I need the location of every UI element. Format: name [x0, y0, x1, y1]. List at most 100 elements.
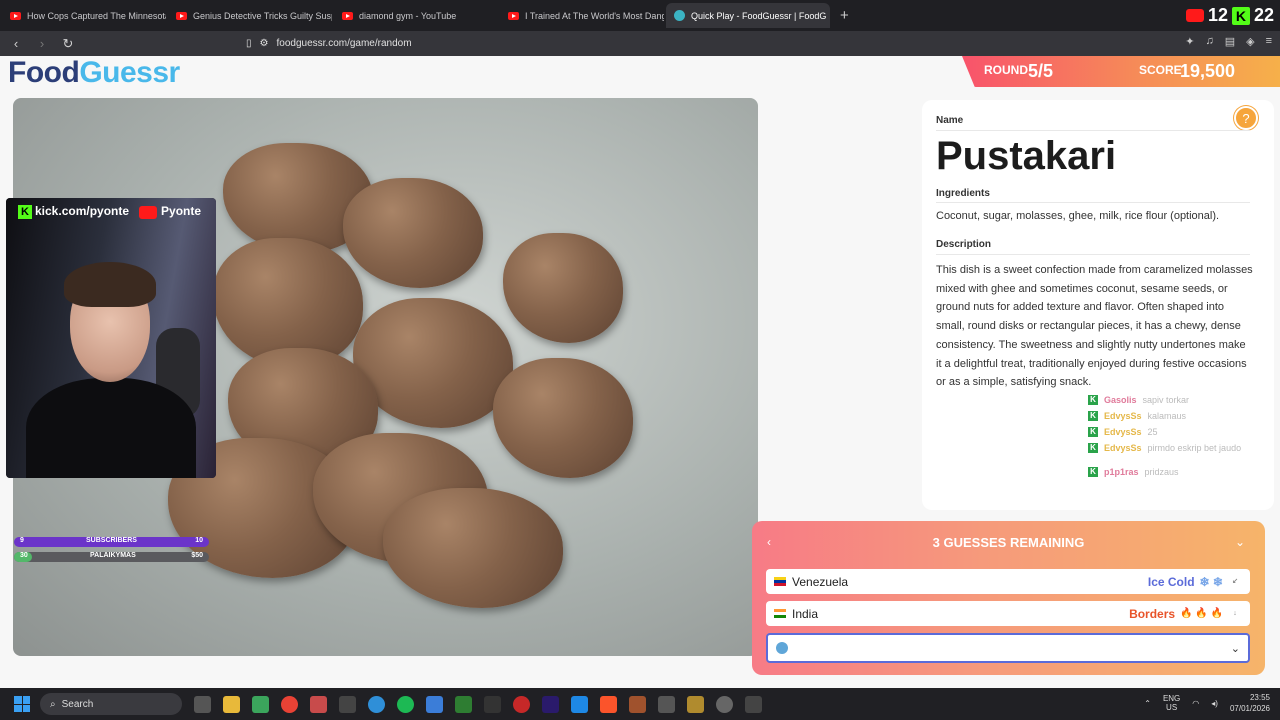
taskbar-search[interactable]: ⌕ Search: [40, 693, 182, 715]
browser-toolbar-icons: ✦ ♫ ▤ ◈ ≡: [1185, 35, 1272, 48]
youtube-count: 12: [1207, 5, 1228, 25]
app-icon[interactable]: [455, 695, 472, 713]
chat-username: EdvysSs: [1104, 427, 1142, 437]
bookmark-icon[interactable]: ▯: [246, 38, 252, 49]
food-piece: [493, 358, 633, 478]
music-icon[interactable]: ♫: [1205, 35, 1213, 48]
app-icon[interactable]: [484, 695, 501, 713]
extensions-icon[interactable]: ✦: [1185, 35, 1194, 48]
app-icon[interactable]: [310, 695, 327, 713]
site-settings-icon[interactable]: ⚙: [260, 38, 269, 49]
guess-result: Borders 🔥 🔥 🔥 ↓: [1129, 607, 1242, 621]
chat-text: 25: [1147, 427, 1158, 437]
guess-result: Ice Cold ❄ ❄ ↙: [1148, 575, 1242, 589]
tab-title: Quick Play - FoodGuessr | FoodG: [691, 10, 827, 21]
chat-message: K Gasolis sapiv torkar: [1088, 395, 1241, 405]
kick-handle: Kkick.com/pyonte: [18, 204, 129, 219]
edge-icon[interactable]: [368, 695, 385, 713]
menu-icon[interactable]: ≡: [1266, 35, 1272, 48]
volume-icon[interactable]: ◂): [1211, 699, 1218, 708]
kick-handle-text: kick.com/pyonte: [35, 204, 130, 218]
guess-row: Venezuela Ice Cold ❄ ❄ ↙: [766, 569, 1250, 594]
kick-icon: K: [1088, 467, 1098, 477]
url-text[interactable]: foodguessr.com/game/random: [276, 38, 411, 49]
chevron-down-icon[interactable]: ⌄: [1231, 642, 1240, 655]
store-icon[interactable]: [252, 695, 269, 713]
sidebar-icon[interactable]: ▤: [1225, 35, 1235, 48]
streamer-webcam: Kkick.com/pyonte Pyonte: [6, 198, 216, 478]
back-icon[interactable]: ‹: [6, 36, 26, 51]
youtube-icon: [10, 11, 21, 20]
youtube-handle-text: Pyonte: [161, 204, 202, 219]
app-icon[interactable]: [658, 695, 675, 713]
description-text: This dish is a sweet confection made fro…: [936, 264, 1253, 389]
subs-target: 10: [195, 537, 203, 544]
chat-text: pridzaus: [1144, 467, 1179, 477]
kick-icon: K: [1088, 443, 1098, 453]
app-icon[interactable]: [745, 695, 762, 713]
app-icon[interactable]: [426, 695, 443, 713]
guess-result-text: Ice Cold: [1147, 574, 1195, 589]
help-icon[interactable]: ?: [1234, 106, 1258, 130]
kick-icon: K: [1088, 411, 1098, 421]
wallet-icon[interactable]: ◈: [1246, 35, 1254, 48]
browser-tab-3[interactable]: diamond gym - YouTube: [334, 3, 498, 28]
food-piece: [383, 488, 563, 608]
goal-target: $50: [191, 552, 203, 559]
region-text: US: [1166, 703, 1178, 712]
goal-label: PALAIKYMAS: [90, 552, 136, 559]
round-label: ROUND: [984, 63, 1028, 77]
app-icon[interactable]: [687, 695, 704, 713]
chat-message: K EdvysSs pirmdo eskrip bet jaudo: [1088, 443, 1241, 453]
kick-icon: K: [18, 205, 32, 219]
app-icon[interactable]: [339, 695, 356, 713]
clock[interactable]: 23:55 07/01/2026: [1230, 692, 1270, 714]
logo-guessr: Guessr: [79, 56, 180, 89]
guess-row: India Borders 🔥 🔥 🔥 ↓: [766, 601, 1250, 626]
browser-tab-1[interactable]: How Cops Captured The Minnesota I: [2, 3, 166, 28]
streamer-hair: [64, 262, 156, 307]
compass-icon: ↙: [1232, 578, 1238, 585]
brave-icon[interactable]: [600, 695, 617, 713]
round-score-bar: ROUND 5/5 SCORE 19,500: [962, 56, 1280, 87]
snowflake-icon: ❄ ❄: [1199, 574, 1223, 589]
subs-label: SUBSCRIBERS: [86, 537, 137, 544]
app-icon[interactable]: [629, 695, 646, 713]
ingredients-label: Ingredients: [936, 188, 990, 199]
new-tab-button[interactable]: +: [840, 7, 849, 24]
chat-message: K EdvysSs 25: [1088, 427, 1241, 437]
language-indicator[interactable]: ENG US: [1163, 694, 1180, 712]
divider: [936, 254, 1250, 255]
chat-username: p1p1ras: [1104, 467, 1139, 477]
browser-tab-2[interactable]: Genius Detective Tricks Guilty Suspe: [168, 3, 332, 28]
chevron-up-icon[interactable]: ⌃: [1144, 699, 1151, 708]
browser-tab-4[interactable]: I Trained At The World's Most Dange: [500, 3, 664, 28]
kick-icon: K: [1088, 427, 1098, 437]
kick-icon: K: [1231, 6, 1250, 25]
premiere-icon[interactable]: [542, 695, 559, 713]
app-icon[interactable]: [513, 695, 530, 713]
tab-title: How Cops Captured The Minnesota I: [27, 10, 166, 21]
file-explorer-icon[interactable]: [223, 695, 240, 713]
foodguessr-logo[interactable]: FoodGuessr: [8, 56, 180, 90]
chat-username: EdvysSs: [1104, 443, 1142, 453]
windows-start-icon[interactable]: [14, 696, 30, 712]
reload-icon[interactable]: ↻: [58, 36, 78, 52]
spotify-icon[interactable]: [397, 695, 414, 713]
chrome-icon[interactable]: [281, 695, 298, 713]
chat-username: Gasolis: [1104, 395, 1137, 405]
address-bar[interactable]: ▯ ⚙ foodguessr.com/game/random: [246, 34, 988, 53]
food-piece: [343, 178, 483, 288]
compass-icon: ↓: [1233, 610, 1237, 617]
task-view-icon[interactable]: [194, 695, 211, 713]
chevron-down-icon[interactable]: ⌄: [1235, 535, 1245, 549]
wifi-icon[interactable]: ◠: [1192, 699, 1199, 708]
obs-icon[interactable]: [716, 695, 733, 713]
windows-taskbar: ⌕ Search ⌃ ENG US ◠ ◂) 23:55 07/01/2026: [0, 688, 1280, 720]
food-piece: [503, 233, 623, 343]
app-icon[interactable]: [571, 695, 588, 713]
chat-message: K EdvysSs kalamaus: [1088, 411, 1241, 421]
country-guess-input[interactable]: ⌄: [766, 633, 1250, 663]
browser-tab-active[interactable]: Quick Play - FoodGuessr | FoodG×: [666, 3, 830, 28]
forward-icon[interactable]: ›: [32, 36, 52, 51]
